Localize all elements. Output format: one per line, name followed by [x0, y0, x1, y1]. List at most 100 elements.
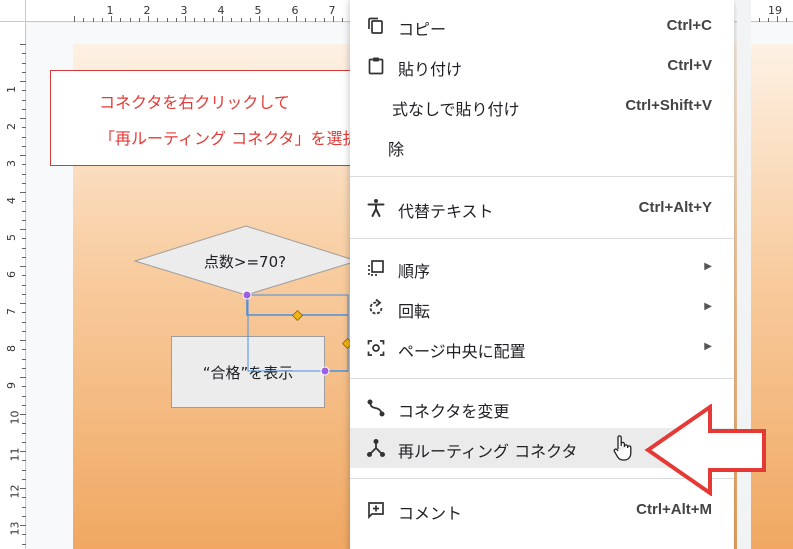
ruler-tick: [22, 275, 26, 277]
ruler-tick: [22, 432, 26, 434]
menu-item-comment[interactable]: コメント Ctrl+Alt+M: [350, 490, 734, 530]
menu-item-label: 式なしで貼り付け: [392, 100, 520, 119]
ruler-tick: [786, 18, 788, 22]
ruler-tick: [22, 219, 26, 221]
vertical-ruler[interactable]: 1 2 3 4 5 6 7 8 9 10 11 12 13: [0, 22, 26, 549]
ruler-number: 7: [5, 308, 18, 315]
ruler-number: 6: [5, 271, 18, 278]
ruler-tick: [22, 497, 26, 499]
menu-item-label: コピー: [398, 20, 447, 39]
ruler-tick: [22, 460, 26, 462]
ruler-tick: [22, 358, 26, 360]
ruler-tick: [22, 441, 26, 443]
ruler-tick: [22, 173, 26, 175]
menu-item-label: 再ルーティング コネクタ: [398, 442, 578, 461]
menu-item-delete[interactable]: 除: [350, 126, 734, 166]
submenu-arrow-icon: ▶: [704, 341, 712, 352]
menu-item-order[interactable]: 順序 ▶: [350, 248, 734, 288]
rotate-icon: [369, 298, 383, 315]
ruler-tick: [286, 18, 288, 22]
ruler-tick: [138, 18, 140, 22]
ruler-tick: [22, 145, 26, 147]
ruler-tick: [166, 18, 168, 22]
ruler-tick: [22, 478, 26, 480]
ruler-tick: [120, 18, 122, 22]
menu-separator: [350, 176, 734, 177]
accessibility-icon: [367, 199, 385, 217]
ruler-tick: [22, 201, 26, 203]
callout-line-2: 「再ルーティング コネクタ」を選択: [99, 129, 359, 148]
ruler-tick: [22, 182, 26, 184]
ruler-tick: [20, 303, 26, 304]
ruler-tick: [22, 247, 26, 249]
ruler-number: 9: [5, 382, 18, 389]
comment-add-icon: [368, 502, 384, 520]
paste-icon: [368, 57, 384, 75]
menu-item-label: 貼り付け: [398, 60, 463, 79]
ruler-tick: [20, 155, 26, 156]
ruler-tick: [20, 266, 26, 267]
connector-icon: [367, 399, 385, 417]
ruler-tick: [20, 192, 26, 193]
ruler-tick: [22, 108, 26, 110]
ruler-tick: [767, 18, 769, 22]
ruler-tick: [22, 53, 26, 55]
reroute-icon: [367, 439, 385, 457]
menu-item-rotate[interactable]: 回転 ▶: [350, 288, 734, 328]
ruler-tick: [22, 99, 26, 101]
ruler-number: 5: [5, 234, 18, 241]
ruler-tick: [305, 18, 307, 22]
ruler-tick: [231, 18, 233, 22]
menu-item-label: 順序: [398, 262, 431, 281]
ruler-tick: [22, 256, 26, 258]
ruler-tick: [758, 18, 760, 22]
annotation-arrow-icon: [644, 404, 766, 496]
ruler-tick: [22, 330, 26, 332]
copy-icon: [368, 17, 383, 34]
ruler-tick: [194, 18, 196, 22]
ruler-tick: [22, 293, 26, 295]
order-icon: [368, 260, 384, 276]
menu-item-paste[interactable]: 貼り付け Ctrl+V: [350, 46, 734, 86]
ruler-number: 5: [254, 4, 262, 17]
ruler-tick: [22, 349, 26, 351]
ruler-number: 3: [180, 4, 188, 17]
ruler-number: 12: [8, 484, 22, 499]
ruler-tick: [22, 312, 26, 314]
ruler-tick: [268, 18, 270, 22]
menu-item-center-on-page[interactable]: ページ中央に配置 ▶: [350, 328, 734, 368]
ruler-tick: [22, 284, 26, 286]
menu-item-label: 代替テキスト: [398, 202, 494, 221]
submenu-arrow-icon: ▶: [704, 261, 712, 272]
menu-item-copy[interactable]: コピー Ctrl+C: [350, 6, 734, 46]
ruler-tick: [22, 127, 26, 129]
submenu-arrow-icon: ▶: [704, 301, 712, 312]
menu-item-shortcut: Ctrl+C: [666, 17, 712, 34]
ruler-tick: [22, 386, 26, 388]
ruler-tick: [129, 18, 131, 22]
menu-item-shortcut: Ctrl+Shift+V: [625, 97, 712, 114]
menu-item-alt-text[interactable]: 代替テキスト Ctrl+Alt+Y: [350, 188, 734, 228]
ruler-tick: [83, 18, 85, 22]
ruler-tick: [342, 18, 344, 22]
ruler-tick: [74, 16, 75, 22]
ruler-tick: [22, 506, 26, 508]
ruler-tick: [22, 164, 26, 166]
ruler-number: 19: [768, 4, 782, 17]
menu-separator: [350, 378, 734, 379]
ruler-number: 1: [5, 86, 18, 93]
ruler-tick: [20, 377, 26, 378]
ruler-number: 2: [143, 4, 151, 17]
ruler-tick: [157, 18, 159, 22]
ruler-tick: [22, 71, 26, 73]
ruler-tick: [22, 321, 26, 323]
hand-cursor-icon: [613, 435, 632, 461]
ruler-tick: [249, 18, 251, 22]
ruler-tick: [22, 543, 26, 545]
ruler-tick: [22, 515, 26, 517]
ruler-number: 8: [5, 345, 18, 352]
menu-item-paste-without-format[interactable]: 式なしで貼り付け Ctrl+Shift+V: [350, 86, 734, 126]
center-icon: [367, 340, 385, 356]
selected-connector[interactable]: [240, 285, 355, 380]
ruler-number: 13: [8, 521, 22, 536]
